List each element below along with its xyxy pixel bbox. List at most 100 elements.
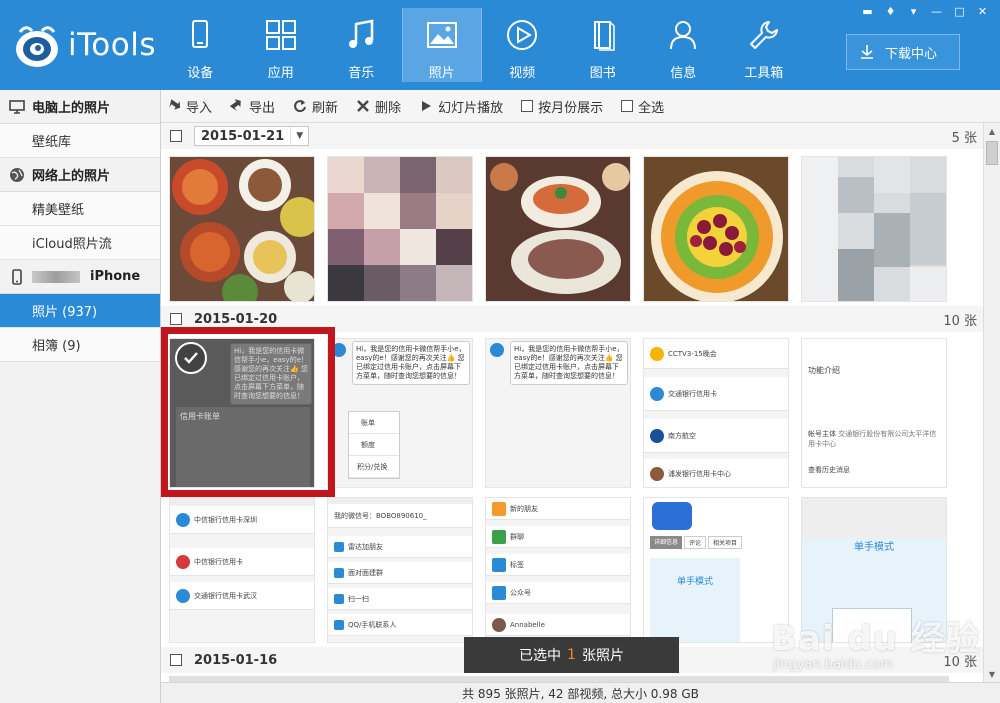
nav-video[interactable]: 视频 — [482, 0, 563, 90]
sidebar-item-label: 照片 (937) — [32, 305, 98, 320]
sidebar-item-icloud-stream[interactable]: iCloud照片流 — [0, 226, 160, 260]
avatar — [650, 386, 664, 401]
food-platter-photo — [486, 157, 630, 301]
date-dropdown[interactable]: 2015-01-21 ▼ — [194, 126, 310, 146]
tab[interactable]: 相关项目 — [708, 536, 743, 549]
group-count: 10 张 — [943, 313, 977, 329]
nav-messages[interactable]: 信息 — [643, 0, 724, 90]
list-item: CCTV3-15晚会 — [644, 339, 788, 369]
photo-thumbnail[interactable] — [327, 156, 473, 302]
checkmark-icon[interactable] — [175, 342, 207, 374]
group-chat-icon — [492, 529, 506, 544]
tab[interactable]: 评论 — [684, 536, 707, 549]
import-button[interactable]: 导入 — [167, 97, 212, 116]
photo-thumbnail[interactable] — [643, 156, 789, 302]
list-item: 标签 — [486, 554, 630, 576]
device-name-blurred — [32, 270, 80, 283]
app-store-screenshot: 详细信息 评论 相关项目 单手模式 — [644, 498, 788, 642]
delete-label: 删除 — [375, 100, 402, 116]
close-icon[interactable]: ✕ — [971, 2, 994, 20]
scroll-down-icon[interactable]: ▼ — [984, 666, 1000, 682]
menu-item[interactable]: 积分/兑换 — [349, 456, 399, 478]
checkbox-icon — [521, 100, 534, 112]
minimize-icon[interactable]: — — [925, 2, 948, 20]
photo-thumbnail[interactable] — [801, 156, 947, 302]
nav-photos[interactable]: 照片 — [401, 8, 482, 82]
menu-item[interactable]: 账单 — [349, 412, 399, 434]
photo-thumbnail[interactable]: 我的微信号：BOBO890610_ 雷达加朋友 面对面建群 扫一扫 QQ/手机联… — [327, 497, 473, 643]
food-table-photo — [170, 157, 314, 301]
feedback-icon[interactable]: ▬ — [856, 2, 879, 20]
list-item-label: 群聊 — [510, 532, 524, 541]
nav-apps[interactable]: 应用 — [241, 0, 322, 90]
select-all-checkbox[interactable]: 全选 — [621, 97, 664, 116]
skin-shirt-icon[interactable]: ♦ — [879, 2, 902, 20]
list-item-label: 南方航空 — [668, 431, 696, 440]
app-name: iTools — [68, 27, 156, 63]
list-item: 公众号 — [486, 582, 630, 604]
export-button[interactable]: 导出 — [230, 97, 275, 116]
avatar — [176, 554, 190, 569]
list-item-label: 标签 — [510, 560, 524, 569]
sidebar-item-photos[interactable]: 照片 (937) — [0, 294, 160, 328]
list-item-label: 面对面建群 — [348, 568, 383, 577]
group-checkbox[interactable] — [170, 654, 182, 666]
nav-books[interactable]: 图书 — [563, 0, 644, 90]
nav-label: 应用 — [267, 66, 294, 81]
sidebar-section-pc-photos: 电脑上的照片 — [0, 90, 160, 124]
photo-thumbnail[interactable]: 新的朋友 群聊 标签 公众号 Annabelle — [485, 497, 631, 643]
nav-label: 信息 — [670, 66, 697, 81]
by-month-checkbox[interactable]: 按月份展示 — [521, 97, 603, 116]
import-arrow-icon — [169, 99, 181, 110]
list-item: 南方航空 — [644, 419, 788, 453]
photo-thumbnail[interactable]: 功能介绍 帐号主体 交通银行股份有限公司太平洋信用卡中心 查看历史消息 — [801, 338, 947, 488]
avatar — [176, 512, 190, 527]
menu-icon[interactable]: ▾ — [902, 2, 925, 20]
section-title: iPhone — [90, 269, 141, 284]
list-item-label: 扫一扫 — [348, 594, 369, 603]
nav-label: 照片 — [428, 66, 455, 81]
sidebar-item-albums[interactable]: 相簿 (9) — [0, 328, 160, 362]
sidebar-section-device: iPhone — [0, 260, 160, 294]
scroll-thumb[interactable] — [986, 141, 998, 165]
photo-thumbnail[interactable]: 详细信息 评论 相关项目 单手模式 — [643, 497, 789, 643]
list-item-label: 交通银行信用卡武汉 — [194, 591, 257, 600]
slideshow-button[interactable]: 幻灯片播放 — [419, 97, 503, 116]
photo-thumbnail[interactable]: Hi，我是您的信用卡微信帮手小e，easy的e！感谢您的再次关注👍 您已绑定过信… — [327, 338, 473, 488]
list-item-label: 中信银行信用卡深圳 — [194, 515, 257, 524]
nav-device[interactable]: 设备 — [160, 0, 241, 90]
group-date: 2015-01-21 — [201, 128, 285, 144]
delete-button[interactable]: 删除 — [356, 97, 401, 116]
sidebar-item-wallpaper-library[interactable]: 壁纸库 — [0, 124, 160, 158]
photo-thumbnail[interactable] — [169, 156, 315, 302]
nav-toolbox[interactable]: 工具箱 — [724, 0, 805, 90]
photo-thumbnail[interactable]: Hi，我是您的信用卡微信帮手小e，easy的e！感谢您的再次关注👍 您已绑定过信… — [485, 338, 631, 488]
scroll-up-icon[interactable]: ▲ — [984, 123, 1000, 139]
tab[interactable]: 详细信息 — [650, 536, 683, 549]
selection-toast: 已选中 1 张照片 — [464, 637, 679, 673]
list-item: 交通银行信用卡武汉 — [170, 582, 314, 610]
preview-title: 单手模式 — [676, 577, 713, 587]
photo-thumbnail[interactable] — [485, 156, 631, 302]
sidebar-item-fine-wallpapers[interactable]: 精美壁纸 — [0, 192, 160, 226]
photo-thumbnail[interactable]: 中信银行信用卡深圳 中信银行信用卡 交通银行信用卡武汉 — [169, 497, 315, 643]
download-center-button[interactable]: 下载中心 — [846, 34, 960, 70]
phone-icon — [192, 20, 209, 48]
group-checkbox[interactable] — [170, 313, 182, 325]
history-link: 查看历史消息 — [808, 466, 850, 474]
group-checkbox[interactable] — [170, 130, 182, 142]
list-item: 中信银行信用卡 — [170, 548, 314, 576]
nav-music[interactable]: 音乐 — [321, 0, 402, 90]
pixelated-photo — [328, 157, 472, 301]
status-bar: 共 895 张照片, 42 部视频, 总大小 0.98 GB — [161, 682, 1000, 703]
nav-label: 设备 — [187, 66, 214, 81]
refresh-button[interactable]: 刷新 — [293, 97, 338, 116]
sidebar-item-label: iCloud照片流 — [32, 237, 112, 252]
radar-icon — [334, 541, 344, 552]
maximize-icon[interactable]: □ — [948, 2, 971, 20]
vertical-scrollbar[interactable]: ▲ ▼ — [983, 123, 1000, 682]
photo-thumbnail[interactable]: CCTV3-15晚会 交通银行信用卡 南方航空 浦发银行信用卡中心 — [643, 338, 789, 488]
wechat-chat-screenshot: Hi，我是您的信用卡微信帮手小e，easy的e！感谢您的再次关注👍 您已绑定过信… — [486, 339, 630, 487]
toast-prefix: 已选中 — [519, 648, 562, 664]
menu-item[interactable]: 额度 — [349, 434, 399, 456]
